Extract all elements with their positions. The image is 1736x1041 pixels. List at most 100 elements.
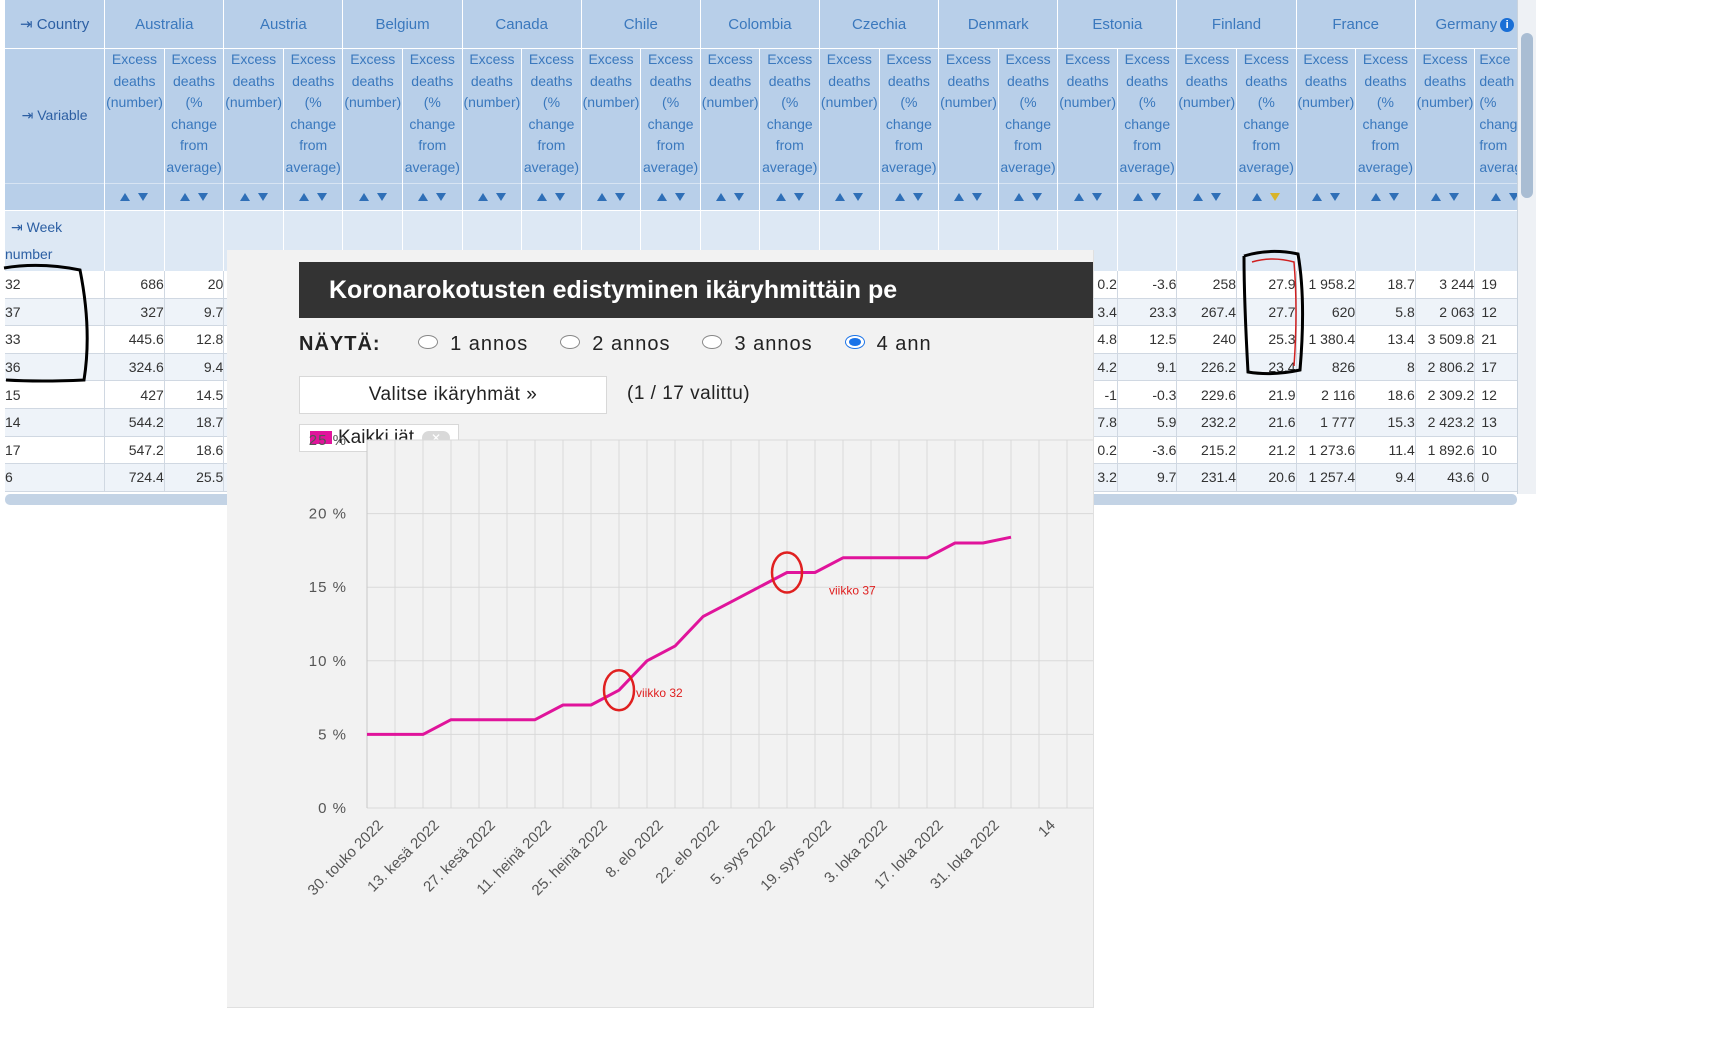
sort-descending-icon[interactable]	[198, 193, 209, 201]
sort-ascending-icon[interactable]	[1490, 193, 1501, 201]
sort-ascending-icon[interactable]	[180, 193, 191, 201]
excess-deaths-percent-header[interactable]: Excess deaths (% change from average)	[1236, 48, 1297, 184]
header-word: (number)	[106, 94, 163, 110]
country-name: Austria	[260, 15, 307, 33]
sort-ascending-icon[interactable]	[1014, 193, 1025, 201]
excess-deaths-percent-header[interactable]: Excess deaths (% change from average)	[521, 48, 582, 184]
country-header[interactable]: Chile	[581, 0, 701, 49]
value-cell: 12.5	[1117, 325, 1178, 354]
header-word: change	[528, 115, 575, 132]
excess-deaths-number-header[interactable]: Excess deaths (number)	[104, 48, 165, 184]
sort-descending-icon[interactable]	[1151, 193, 1162, 201]
week-dimension-label[interactable]: ⇥ Week number	[5, 210, 106, 271]
info-icon[interactable]: i	[1500, 17, 1515, 32]
header-word: from	[1133, 137, 1162, 153]
excess-deaths-number-header[interactable]: Excess deaths (number)	[1415, 48, 1476, 184]
sort-descending-icon[interactable]	[1270, 193, 1281, 201]
sort-ascending-icon[interactable]	[358, 193, 369, 201]
country-header[interactable]: Finland	[1176, 0, 1297, 49]
sort-ascending-icon[interactable]	[1311, 193, 1322, 201]
sort-descending-icon[interactable]	[317, 193, 328, 201]
excess-deaths-number-header[interactable]: Excess deaths (number)	[581, 48, 642, 184]
sort-ascending-icon[interactable]	[1252, 193, 1263, 201]
vertical-scrollbar-thumb[interactable]	[1521, 33, 1533, 198]
excess-deaths-percent-header[interactable]: Excess deaths (% change from average)	[998, 48, 1059, 184]
sort-ascending-icon[interactable]	[537, 193, 548, 201]
sort-descending-icon[interactable]	[555, 193, 566, 201]
header-word: (%	[1138, 94, 1156, 110]
excess-deaths-number-header[interactable]: Excess deaths (number)	[1057, 48, 1118, 184]
sort-ascending-icon[interactable]	[1371, 193, 1382, 201]
country-header[interactable]: Australia	[104, 0, 225, 49]
header-word: change	[766, 115, 813, 132]
sort-descending-icon[interactable]	[376, 193, 387, 201]
sort-descending-icon[interactable]	[1210, 193, 1221, 201]
sort-descending-icon[interactable]	[853, 193, 864, 201]
sort-ascending-icon[interactable]	[1133, 193, 1144, 201]
country-header[interactable]: Canada	[462, 0, 582, 49]
sort-descending-icon[interactable]	[436, 193, 447, 201]
excess-deaths-percent-header[interactable]: Excess deaths (% change from average)	[164, 48, 225, 184]
sort-ascending-icon[interactable]	[775, 193, 786, 201]
excess-deaths-percent-header[interactable]: Excess deaths (% change from average)	[283, 48, 344, 184]
sort-ascending-icon[interactable]	[120, 193, 131, 201]
country-header[interactable]: Belgium	[342, 0, 463, 49]
sort-descending-icon[interactable]	[674, 193, 685, 201]
sort-descending-icon[interactable]	[1032, 193, 1043, 201]
sort-ascending-icon[interactable]	[597, 193, 608, 201]
sort-descending-icon[interactable]	[1091, 193, 1102, 201]
sort-descending-icon[interactable]	[257, 193, 268, 201]
sort-ascending-icon[interactable]	[1431, 193, 1442, 201]
week-header-cell	[1176, 210, 1238, 271]
country-header[interactable]: Colombia	[700, 0, 821, 49]
sort-descending-icon[interactable]	[1449, 193, 1460, 201]
sort-descending-icon[interactable]	[734, 193, 745, 201]
excess-deaths-percent-header[interactable]: Excess deaths (% change from average)	[1117, 48, 1178, 184]
excess-deaths-number-header[interactable]: Excess deaths (number)	[342, 48, 404, 184]
sort-ascending-icon[interactable]	[656, 193, 667, 201]
sort-ascending-icon[interactable]	[835, 193, 846, 201]
excess-deaths-number-header[interactable]: Excess deaths (number)	[700, 48, 761, 184]
sort-ascending-icon[interactable]	[894, 193, 905, 201]
sort-ascending-icon[interactable]	[477, 193, 488, 201]
sort-controls	[402, 183, 463, 211]
vertical-scrollbar[interactable]	[1517, 0, 1536, 494]
sort-descending-icon[interactable]	[615, 193, 626, 201]
sort-ascending-icon[interactable]	[1192, 193, 1203, 201]
excess-deaths-number-header[interactable]: Excess deaths (number)	[462, 48, 523, 184]
header-word: deaths	[1126, 72, 1169, 89]
excess-deaths-percent-header[interactable]: Excess deaths (% change from average)	[879, 48, 940, 184]
header-word: Excess	[1303, 51, 1349, 67]
sort-descending-icon[interactable]	[495, 193, 506, 201]
sort-descending-icon[interactable]	[138, 193, 149, 201]
excess-deaths-number-header[interactable]: Excess deaths (number)	[1296, 48, 1357, 184]
country-header[interactable]: Austria	[223, 0, 344, 49]
excess-deaths-percent-header[interactable]: Excess deaths (% change from average)	[1355, 48, 1416, 184]
country-header[interactable]: Estonia	[1057, 0, 1178, 49]
excess-deaths-number-header[interactable]: Excess deaths (number)	[1176, 48, 1238, 184]
sort-ascending-icon[interactable]	[418, 193, 429, 201]
sort-controls	[1415, 183, 1476, 211]
excess-deaths-percent-header[interactable]: Excess deaths (% change from average)	[640, 48, 701, 184]
excess-deaths-number-header[interactable]: Excess deaths (number)	[819, 48, 880, 184]
sort-descending-icon[interactable]	[912, 193, 923, 201]
sort-descending-icon[interactable]	[793, 193, 804, 201]
value-cell: 724.4	[104, 463, 165, 492]
sort-descending-icon[interactable]	[972, 193, 983, 201]
country-header[interactable]: Czechia	[819, 0, 940, 49]
country-dimension-label[interactable]: ⇥ Country	[5, 0, 106, 49]
country-header[interactable]: Denmark	[938, 0, 1059, 49]
sort-ascending-icon[interactable]	[1073, 193, 1084, 201]
sort-descending-icon[interactable]	[1329, 193, 1340, 201]
excess-deaths-percent-header[interactable]: Excess deaths (% change from average)	[402, 48, 463, 184]
sort-ascending-icon[interactable]	[716, 193, 727, 201]
excess-deaths-number-header[interactable]: Excess deaths (number)	[938, 48, 999, 184]
sort-ascending-icon[interactable]	[299, 193, 310, 201]
variable-dimension-label[interactable]: ⇥ Variable	[5, 48, 106, 184]
sort-descending-icon[interactable]	[1389, 193, 1400, 201]
sort-ascending-icon[interactable]	[239, 193, 250, 201]
excess-deaths-percent-header[interactable]: Excess deaths (% change from average)	[759, 48, 821, 184]
excess-deaths-number-header[interactable]: Excess deaths (number)	[223, 48, 284, 184]
country-header[interactable]: France	[1296, 0, 1416, 49]
sort-ascending-icon[interactable]	[954, 193, 965, 201]
